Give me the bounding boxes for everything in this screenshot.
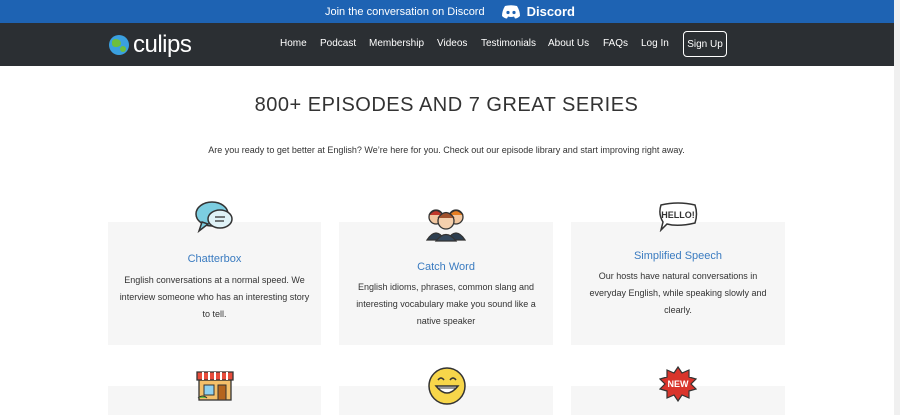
nav-faqs[interactable]: FAQs	[603, 38, 628, 49]
nav-home[interactable]: Home	[280, 38, 307, 49]
nav-podcast[interactable]: Podcast	[320, 38, 356, 49]
series-name[interactable]: Catch Word	[339, 261, 553, 273]
new-label: NEW	[668, 379, 690, 389]
nav-testimonials[interactable]: Testimonials	[481, 38, 536, 49]
hello-bubble-icon: HELLO!	[659, 202, 698, 232]
nav-menu: Home Podcast Membership Videos Testimoni…	[0, 23, 900, 66]
announcement-bar[interactable]: Join the conversation on Discord Discord	[0, 0, 900, 23]
people-icon	[425, 209, 467, 242]
speech-bubbles-icon	[195, 201, 233, 234]
series-name[interactable]: Simplified Speech	[571, 250, 785, 262]
series-description: English idioms, phrases, common slang an…	[356, 282, 536, 326]
series-card-chatterbox[interactable]: Chatterbox English conversations at a no…	[108, 222, 321, 345]
nav-videos[interactable]: Videos	[437, 38, 467, 49]
page-title: 800+ EPISODES AND 7 GREAT SERIES	[254, 94, 639, 116]
main-navigation: culips Home Podcast Membership Videos Te…	[0, 23, 900, 66]
announcement-text[interactable]: Join the conversation on Discord	[325, 6, 485, 18]
page-subtitle: Are you ready to get better at English? …	[208, 145, 685, 155]
new-badge-icon: NEW	[659, 366, 697, 402]
series-description: Our hosts have natural conversations in …	[589, 271, 767, 315]
series-card-simplified-speech[interactable]: Simplified Speech Our hosts have natural…	[571, 222, 785, 345]
nav-log-in[interactable]: Log In	[641, 38, 669, 49]
nav-membership[interactable]: Membership	[369, 38, 424, 49]
series-description: English conversations at a normal speed.…	[119, 275, 310, 319]
discord-icon	[501, 4, 520, 18]
series-name[interactable]: Chatterbox	[108, 253, 321, 265]
nav-about-us[interactable]: About Us	[548, 38, 589, 49]
grinning-face-icon	[428, 367, 466, 405]
sign-up-button[interactable]: Sign Up	[683, 31, 727, 57]
discord-label: Discord	[526, 4, 575, 19]
storefront-icon	[196, 371, 234, 401]
svg-text:HELLO!: HELLO!	[661, 210, 695, 220]
scrollbar[interactable]	[894, 0, 900, 415]
discord-link[interactable]: Discord	[501, 4, 575, 19]
